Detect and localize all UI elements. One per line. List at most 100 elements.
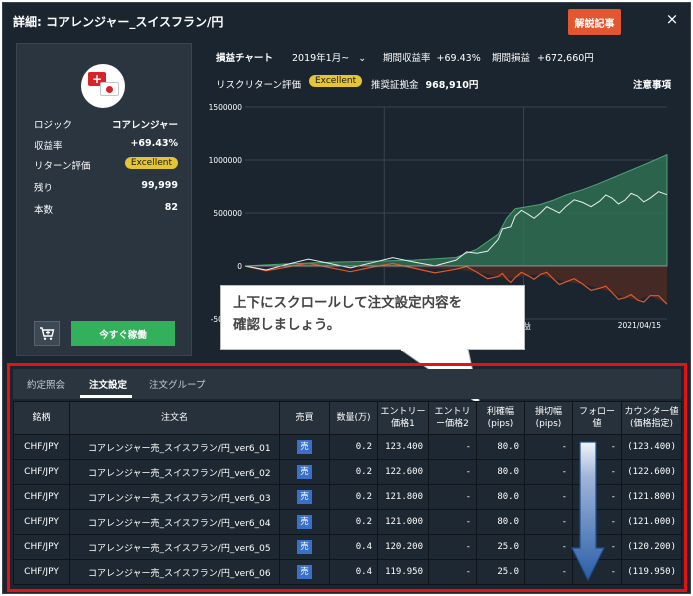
table-cell: 0.2 <box>329 459 378 485</box>
order-settings-table: 銘柄 注文名 売買 数量(万) エントリー価格1 エントリー価格2 利確幅(pi… <box>13 401 682 585</box>
table-cell: - <box>524 484 573 510</box>
table-row[interactable]: CHF/JPY コアレンジャー売_スイスフラン/円_ver6_03 売 0.2 121.… <box>13 484 682 510</box>
close-icon[interactable]: × <box>664 9 680 29</box>
period-return: 期間収益率 +69.43% <box>383 53 481 64</box>
tab-order-groups[interactable]: 注文グループ <box>149 377 205 391</box>
strategy-summary-panel: + ロジック コアレンジャー 収益率 +69.43% リターン評価 Excell… <box>16 43 192 356</box>
col-entry-price-2[interactable]: エントリー価格2 <box>428 401 477 435</box>
table-row[interactable]: CHF/JPY コアレンジャー売_スイスフラン/円_ver6_06 売 0.4 119.… <box>13 559 682 585</box>
table-cell: 0.4 <box>329 559 378 585</box>
sell-badge: 売 <box>297 515 312 529</box>
col-take-profit[interactable]: 利確幅(pips) <box>476 401 525 435</box>
table-cell: CHF/JPY <box>13 509 70 535</box>
period-pl: 期間損益 +672,660円 <box>492 53 594 64</box>
table-cell: 121.800 <box>377 484 429 510</box>
table-cell: - <box>428 434 477 460</box>
tab-order-settings[interactable]: 注文設定 <box>89 377 127 391</box>
period-select[interactable]: 2019年1月~ ⌄ <box>292 50 366 64</box>
start-now-button[interactable]: 今すぐ稼働 <box>71 321 175 346</box>
y-tick-label: 1500000 <box>209 103 243 112</box>
col-entry-price-1[interactable]: エントリー価格1 <box>377 401 429 435</box>
table-cell: - <box>428 534 477 560</box>
table-cell: 売 <box>279 459 330 485</box>
japan-flag-icon <box>100 82 119 96</box>
table-cell: - <box>524 434 573 460</box>
table-cell: 売 <box>279 534 330 560</box>
rating-badge: Excellent <box>124 157 178 169</box>
stat-logic: ロジック コアレンジャー <box>34 120 178 131</box>
table-cell: (122.600) <box>621 459 682 485</box>
sell-badge: 売 <box>297 465 312 479</box>
table-cell: CHF/JPY <box>13 484 70 510</box>
tab-executions[interactable]: 約定照会 <box>27 377 65 391</box>
guide-article-button[interactable]: 解説記事 <box>568 9 621 35</box>
pl-chart-label: 損益チャート <box>216 53 273 64</box>
table-cell: 0.2 <box>329 434 378 460</box>
col-counter[interactable]: カウンター値(価格指定) <box>621 401 682 435</box>
table-cell: 80.0 <box>476 484 525 510</box>
table-cell: 80.0 <box>476 434 525 460</box>
table-cell: CHF/JPY <box>13 459 70 485</box>
sell-badge: 売 <box>297 440 312 454</box>
col-quantity[interactable]: 数量(万) <box>329 401 378 435</box>
sell-badge: 売 <box>297 540 312 554</box>
col-stop-loss[interactable]: 損切幅(pips) <box>524 401 573 435</box>
modal-title: 詳細: コアレンジャー_スイスフラン/円 <box>13 15 224 29</box>
x-end-label: 2021/04/15 <box>618 321 661 330</box>
table-cell: 122.600 <box>377 459 429 485</box>
table-cell: - <box>572 559 622 585</box>
table-cell: コアレンジャー売_スイスフラン/円_ver6_02 <box>69 459 280 485</box>
stat-remaining: 残り 99,999 <box>34 180 178 194</box>
col-follow[interactable]: フォロー値 <box>572 401 622 435</box>
notes-link[interactable]: 注意事項 <box>633 77 671 91</box>
col-order-name[interactable]: 注文名 <box>69 401 280 435</box>
table-cell: - <box>572 484 622 510</box>
table-cell: コアレンジャー売_スイスフラン/円_ver6_05 <box>69 534 280 560</box>
chevron-down-icon: ⌄ <box>358 53 367 64</box>
table-row[interactable]: CHF/JPY コアレンジャー売_スイスフラン/円_ver6_02 売 0.2 122.… <box>13 459 682 485</box>
table-cell: コアレンジャー売_スイスフラン/円_ver6_01 <box>69 434 280 460</box>
table-cell: 80.0 <box>476 459 525 485</box>
table-cell: - <box>572 459 622 485</box>
table-cell: (121.800) <box>621 484 682 510</box>
sell-badge: 売 <box>297 490 312 504</box>
table-cell: - <box>524 509 573 535</box>
table-cell: 80.0 <box>476 509 525 535</box>
table-cell: CHF/JPY <box>13 434 70 460</box>
table-row[interactable]: CHF/JPY コアレンジャー売_スイスフラン/円_ver6_05 売 0.4 120.… <box>13 534 682 560</box>
table-cell: - <box>524 534 573 560</box>
table-row[interactable]: CHF/JPY コアレンジャー売_スイスフラン/円_ver6_04 売 0.2 121.… <box>13 509 682 535</box>
table-cell: 0.2 <box>329 484 378 510</box>
add-to-cart-button[interactable] <box>34 321 60 346</box>
col-symbol[interactable]: 銘柄 <box>13 401 70 435</box>
table-cell: 売 <box>279 509 330 535</box>
risk-return-label: リスクリターン評価 <box>216 80 302 91</box>
table-cell: コアレンジャー売_スイスフラン/円_ver6_06 <box>69 559 280 585</box>
order-settings-highlight: 約定照会 注文設定 注文グループ 銘柄 注文名 売買 数量(万) エントリー価格… <box>7 363 687 592</box>
table-row[interactable]: CHF/JPY コアレンジャー売_スイスフラン/円_ver6_01 売 0.2 123.… <box>13 434 682 460</box>
table-cell: 売 <box>279 434 330 460</box>
y-tick-label: 1000000 <box>209 156 243 165</box>
table-cell: 119.950 <box>377 559 429 585</box>
table-cell: 0.4 <box>329 534 378 560</box>
stat-return-rating: リターン評価 Excellent <box>34 157 178 172</box>
table-cell: コアレンジャー売_スイスフラン/円_ver6_04 <box>69 509 280 535</box>
y-tick-label: 0 <box>237 262 242 271</box>
profit-area <box>244 153 668 267</box>
table-cell: 0.2 <box>329 509 378 535</box>
cart-icon <box>40 327 55 340</box>
table-cell: - <box>572 434 622 460</box>
sell-badge: 売 <box>297 565 312 579</box>
table-cell: - <box>428 459 477 485</box>
table-cell: 売 <box>279 484 330 510</box>
col-side[interactable]: 売買 <box>279 401 330 435</box>
table-cell: (121.000) <box>621 509 682 535</box>
table-cell: - <box>428 484 477 510</box>
table-header-row: 銘柄 注文名 売買 数量(万) エントリー価格1 エントリー価格2 利確幅(pi… <box>13 401 682 435</box>
table-cell: - <box>428 509 477 535</box>
y-tick-label: 500000 <box>213 209 242 218</box>
table-cell: 25.0 <box>476 559 525 585</box>
table-cell: (120.200) <box>621 534 682 560</box>
stat-count: 本数 82 <box>34 202 178 216</box>
table-cell: (123.400) <box>621 434 682 460</box>
